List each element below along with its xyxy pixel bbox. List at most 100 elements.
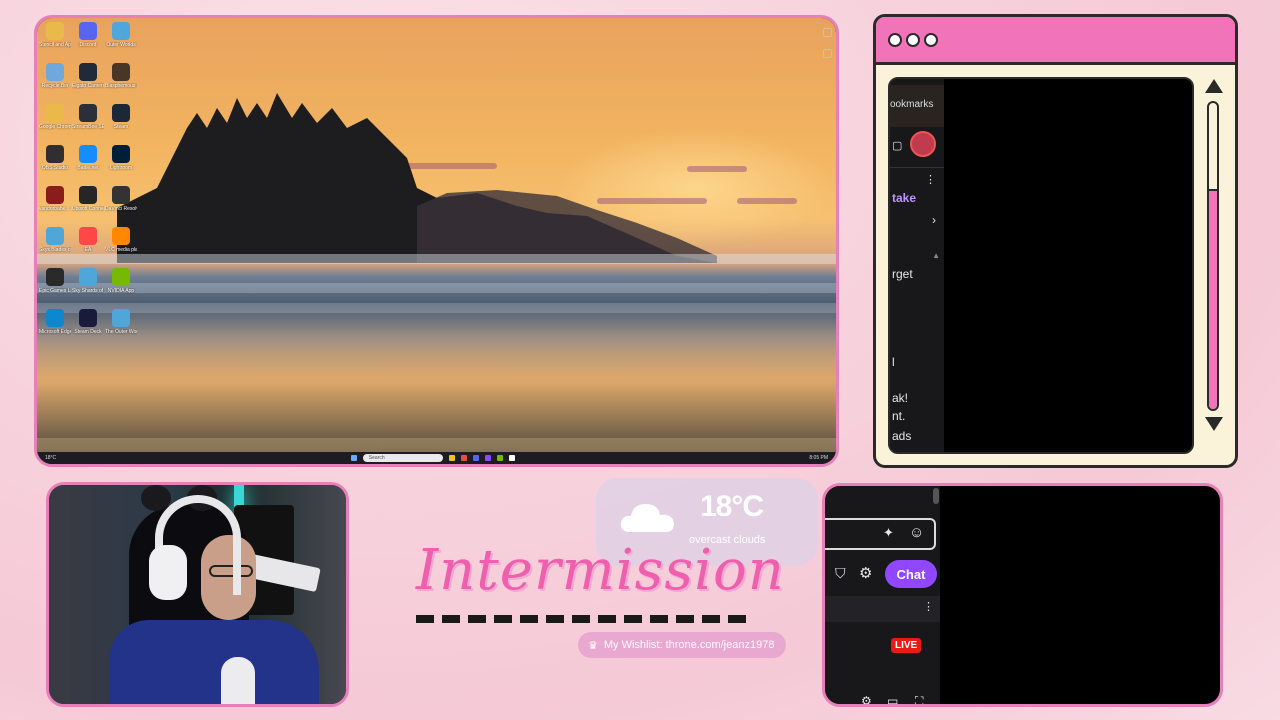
desktop-icon[interactable]: NVIDIA App (105, 268, 137, 294)
desktop-icon[interactable]: Elgato Camera Hub (72, 63, 104, 89)
app-icon (79, 104, 97, 122)
chat-button[interactable]: Chat (885, 560, 937, 588)
app-icon (46, 63, 64, 81)
desktop-capture: Stencil and Apps Discord Outer Worlds Recyc… (34, 15, 839, 467)
fullscreen-icon[interactable] (823, 28, 832, 37)
scroll-down-icon[interactable] (1205, 417, 1223, 431)
shield-icon[interactable]: ⛉ (835, 565, 846, 582)
window-dot-icon[interactable] (924, 33, 938, 47)
chrome-icon[interactable] (460, 455, 467, 461)
desktop-icon[interactable]: Discord (72, 22, 104, 48)
headset-earcup (149, 545, 187, 600)
strip-text: ak! (892, 391, 909, 405)
window-dot-icon[interactable] (906, 33, 920, 47)
desktop-icon-label: Outer Worlds (106, 42, 136, 48)
caret-up-icon[interactable]: ▲ (932, 251, 940, 260)
desktop-icon[interactable]: StreamBee SE.Live (72, 104, 104, 130)
desktop-icon-label: DaVinci Resolve (105, 206, 137, 212)
scroll-up-icon[interactable] (1205, 79, 1223, 93)
desktop-icon[interactable]: Battle.net (72, 145, 104, 171)
scrollbar[interactable] (1205, 79, 1223, 434)
app-icon (46, 268, 64, 286)
gear-icon[interactable]: ⚙ (859, 564, 872, 582)
desktop-icon[interactable]: Blasphemous 2 (105, 63, 137, 89)
desktop-icon-label: Steam Deck (74, 329, 102, 335)
desktop-icon[interactable]: OBS Studio (39, 145, 71, 171)
chevron-right-icon[interactable]: › (932, 213, 936, 227)
desktop-icon[interactable]: Recycle Bin (39, 63, 71, 89)
chat-bubble-icon[interactable]: ▢ (892, 139, 902, 152)
app-icon (79, 22, 97, 40)
window-dot-icon[interactable] (888, 33, 902, 47)
desktop-icon[interactable]: Google Chrome (39, 104, 71, 130)
strip-text: take (892, 191, 917, 205)
desktop-icon-label: Skys Blades of Gmod (39, 247, 71, 253)
desktop-icon[interactable]: Lightroom (105, 145, 137, 171)
desktop-icon[interactable]: Epic Games Launcher (39, 268, 71, 294)
wishlist-badge[interactable]: ♛ My Wishlist: throne.com/jeanz1978 (578, 632, 787, 658)
desktop-icon-label: Stencil and Apps (39, 42, 71, 48)
kebab-menu-icon[interactable]: ⋮ (925, 173, 936, 186)
folder-icon[interactable] (448, 455, 455, 461)
gear-icon[interactable]: ⚙ (861, 694, 872, 704)
app-icon (46, 309, 64, 327)
microphone (221, 657, 255, 704)
app-icon (46, 104, 64, 122)
scroll-rail[interactable] (1207, 101, 1219, 411)
emoji-icon[interactable]: ☺ (909, 524, 924, 541)
app-icon (112, 22, 130, 40)
theater-icon[interactable]: ▭ (887, 694, 898, 704)
app-icon (46, 145, 64, 163)
strip-text: nt. (892, 409, 906, 423)
desktop-icon[interactable]: VLC media player (105, 227, 137, 253)
desktop-icon-label: Epic Games Launcher (39, 288, 71, 294)
desktop-icon-label: Battle.net (77, 165, 99, 171)
scroll-thumb[interactable] (1209, 188, 1217, 409)
desktop-icon-label: Microsoft Edge (39, 329, 71, 335)
cloud-streak (737, 198, 797, 204)
taskbar-search[interactable]: Search (362, 454, 443, 462)
shirt (109, 620, 319, 704)
desktop-icon-label: VLC media player (105, 247, 137, 253)
desktop-icon[interactable]: Outer Worlds (105, 22, 137, 48)
sand-reflection (37, 318, 836, 438)
desktop-icon[interactable]: Microsoft Edge (39, 309, 71, 335)
desktop-icon[interactable]: Steam Deck (72, 309, 104, 335)
obs-icon[interactable] (508, 455, 515, 461)
fullscreen-icon[interactable]: ⛶ (915, 694, 923, 704)
avatar[interactable] (910, 131, 936, 157)
desktop-icon-label: Discord (79, 42, 97, 48)
desktop-icon-label: Google Chrome (39, 124, 71, 130)
crown-icon: ♛ (588, 639, 598, 652)
discord-icon[interactable] (472, 455, 479, 461)
desktop-icon[interactable]: Ubisoft Connect (72, 186, 104, 212)
app-icon (79, 309, 97, 327)
desktop-icon[interactable]: EA (72, 227, 104, 253)
desktop-icon-label: StreamBee SE.Live (72, 124, 104, 130)
desktop-icon[interactable]: Sky Shards of Darkness (72, 268, 104, 294)
chat-scrollbar[interactable] (933, 488, 939, 504)
app-icon (112, 63, 130, 81)
settings-icon[interactable] (823, 49, 832, 58)
island-silhouette (117, 93, 717, 263)
twitch-icon[interactable] (484, 455, 491, 461)
app-icon (112, 227, 130, 245)
nvidia-icon[interactable] (496, 455, 503, 461)
desktop-icon[interactable]: Stencil and Apps (39, 22, 71, 48)
desktop-icon[interactable]: DaVinci Resolve (105, 186, 137, 212)
start-icon[interactable] (350, 455, 357, 461)
taskbar: 18°C Search 8:05 PM (37, 452, 836, 464)
party-icon[interactable]: ✦ (883, 525, 894, 541)
desktop-icon[interactable]: Steam (105, 104, 137, 130)
chat-input[interactable]: ✦ ☺ (825, 518, 936, 550)
desktop-icon[interactable]: The Outer Worlds 2 (105, 309, 137, 335)
desktop-icon-label: Recycle Bin (41, 83, 69, 89)
cloud-icon (620, 504, 674, 532)
desktop-icon[interactable]: Skys Blades of Gmod (39, 227, 71, 253)
kebab-menu-icon[interactable]: ⋮ (923, 600, 934, 613)
browser-window: ookmarks ▢ ⋮ take › rget ▲ l ak! nt. ads (873, 14, 1238, 468)
wave (37, 283, 836, 293)
desktop-icon-label: Blasphemous 2 (105, 83, 137, 89)
weather-temp: 18°C (700, 490, 764, 523)
desktop-icon[interactable]: vandorbabe... Shortcut (39, 186, 71, 212)
